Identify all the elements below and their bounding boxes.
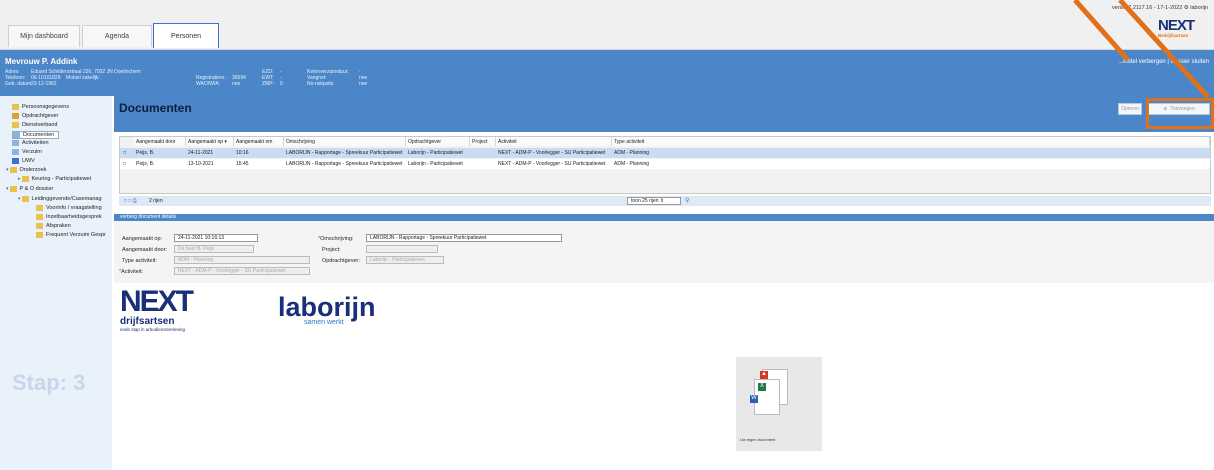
page-title: Documenten xyxy=(119,101,192,115)
folder-icon xyxy=(9,167,17,173)
folder-icon xyxy=(9,186,17,192)
expand-icon: ▾ xyxy=(6,167,9,173)
column-header[interactable]: Omschrijving xyxy=(284,137,406,146)
column-header[interactable]: Aangemaakt om xyxy=(234,137,284,146)
document-icon xyxy=(36,214,43,220)
details-toggle[interactable]: verberg document details xyxy=(114,214,1214,221)
column-header[interactable]: Aangemaakt op ▾ xyxy=(186,137,234,146)
project-select[interactable] xyxy=(366,245,438,253)
tab-personen[interactable]: Personen xyxy=(153,23,219,48)
person-name: Mevrouw P. Addink xyxy=(5,57,78,66)
table-row[interactable]: □ Peijs, B. 13-10-2021 15:45 LABORIJN - … xyxy=(120,159,1210,169)
sidebar-item-documenten[interactable]: Documenten xyxy=(12,131,60,139)
documents-table: Aangemaakt door Aangemaakt op ▾ Aangemaa… xyxy=(119,136,1211,194)
row-count: 2 rijen xyxy=(149,198,163,204)
expand-icon: ▾ xyxy=(6,186,9,192)
document-icon xyxy=(36,223,43,229)
document-icon xyxy=(13,132,20,138)
document-icon: □ xyxy=(123,161,127,167)
column-header[interactable]: Project xyxy=(470,137,496,146)
sidebar-item-voorinfo[interactable]: Voorinfo / vraagstelling xyxy=(36,205,102,211)
word-icon: W xyxy=(750,395,758,403)
upload-document-card[interactable]: ▲ X W Uw eigen document xyxy=(736,357,822,451)
column-header[interactable]: Type activiteit xyxy=(612,137,1210,146)
sidebar-item-opdrachtgever[interactable]: Opdrachtgever xyxy=(12,113,58,119)
sidebar-item-frequent-verzuim[interactable]: Frequent Verzuim Gespr xyxy=(36,232,106,238)
document-icon: □ xyxy=(123,150,127,156)
sidebar-item-leidinggevende[interactable]: ▾ Leidinggevende/Casemanag xyxy=(18,196,102,202)
calendar-icon xyxy=(12,140,19,146)
next-preview-logo: NEXT drijfsartsen ende stap in arbodiens… xyxy=(120,285,194,333)
folder-icon xyxy=(12,113,19,119)
person-header: Mevrouw P. Addink Adres: Telefoon: Geb. da… xyxy=(0,50,1214,96)
clipboard-icon xyxy=(12,149,19,155)
created-on-field[interactable]: 24-11-2021 10:16:13 xyxy=(174,234,258,242)
annotation-arrow xyxy=(1073,0,1210,99)
tab-agenda[interactable]: Agenda xyxy=(82,25,152,47)
sidebar-item-p-o-dossier[interactable]: ▾ P & O dossier xyxy=(6,186,53,192)
person-icon xyxy=(12,104,19,110)
activity-select[interactable]: NEXT - ADM-P - Voorlegger - SU Participa… xyxy=(174,267,310,275)
sidebar-item-persoonsgegevens[interactable]: Persoonsgegevens xyxy=(12,104,69,110)
table-footer: □ □ ⎙ 2 rijen toon 25 rijen ⇕ ⚲ xyxy=(119,196,1211,206)
tab-mijn-dashboard[interactable]: Mijn dashboard xyxy=(8,25,80,47)
sidebar-item-verzuim[interactable]: Verzuim xyxy=(12,149,42,155)
document-icon xyxy=(36,205,43,211)
created-by-select[interactable]: De heer B. Peijs xyxy=(174,245,254,253)
expand-icon: ▾ xyxy=(18,196,21,202)
folder-icon xyxy=(21,176,29,182)
client-select[interactable]: Laborijn - Participatiewet xyxy=(366,256,444,264)
sidebar-item-uwv[interactable]: UWV xyxy=(12,158,35,164)
excel-icon: X xyxy=(758,383,766,391)
sidebar-item-inzetbaarheidsgesprek[interactable]: Inzetbaarheidsgesprek xyxy=(36,214,102,220)
sidebar-item-dienstverband[interactable]: Dienstverband xyxy=(12,122,57,128)
table-row[interactable]: □ Peijs, B. 24-11-2021 10:16 LABORIJN - … xyxy=(120,148,1210,158)
folder-icon xyxy=(21,196,29,202)
sidebar-item-activiteiten[interactable]: Activiteiten xyxy=(12,140,49,146)
export-icons[interactable]: □ □ ⎙ xyxy=(124,198,137,204)
column-header[interactable]: Opdrachtgever xyxy=(406,137,470,146)
documents-bar xyxy=(114,96,1214,132)
column-header[interactable]: Aangemaakt door xyxy=(134,137,186,146)
folder-icon xyxy=(12,122,19,128)
column-header[interactable]: Activiteit xyxy=(496,137,612,146)
sidebar-item-afspraken[interactable]: Afspraken xyxy=(36,223,71,229)
expand-icon: ▸ xyxy=(18,176,21,182)
document-icon xyxy=(36,232,43,238)
activity-type-select[interactable]: ADM - Planning xyxy=(174,256,310,264)
step-label: Stap: 3 xyxy=(12,370,86,395)
laborijn-logo: laborijn samen werkt xyxy=(278,292,376,326)
sidebar-item-keuring[interactable]: ▸ Keuring - Participatiewet xyxy=(18,176,91,182)
description-field[interactable]: LABORIJN - Rapportage - Spreekuur Partic… xyxy=(366,234,562,242)
rows-select[interactable]: toon 25 rijen ⇕ xyxy=(627,197,681,205)
search-icon[interactable]: ⚲ xyxy=(685,197,689,204)
pdf-icon: ▲ xyxy=(760,371,768,379)
sidebar-item-onderzoek[interactable]: ▾ Onderzoek xyxy=(6,167,46,173)
uwv-icon xyxy=(12,158,19,164)
